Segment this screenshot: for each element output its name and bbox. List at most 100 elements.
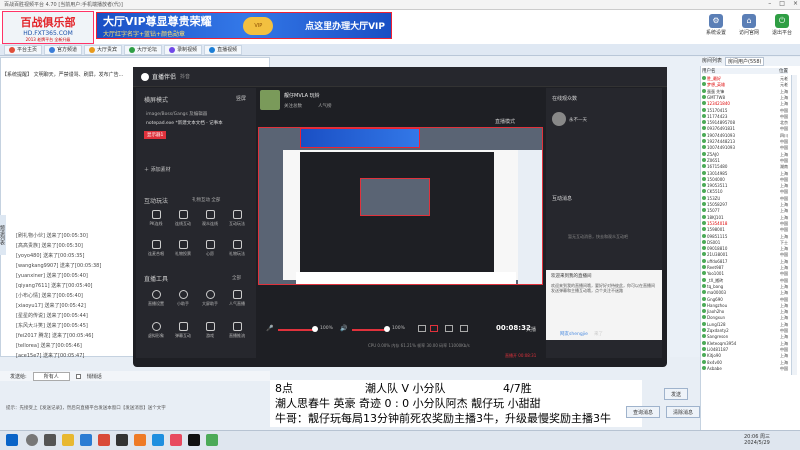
whisper-checkbox[interactable]: [75, 373, 81, 379]
menu-home[interactable]: 平台主页: [4, 44, 43, 55]
tab-room-users[interactable]: 房间用户(558): [725, 57, 765, 66]
end-live-button[interactable]: 关播: [526, 326, 536, 333]
menu-recorded[interactable]: 录制视频: [164, 44, 203, 55]
user-list-row[interactable]: 蛋蛋 先锋 上海: [702, 88, 788, 94]
speaker-volume-handle[interactable]: [384, 326, 390, 332]
user-list-row[interactable]: Sangreson 上海: [702, 334, 788, 339]
menu-official-channel[interactable]: 官方频道: [44, 44, 83, 55]
user-list-row[interactable]: ma00003 上海: [702, 290, 788, 295]
user-list-row[interactable]: Kitjo90 上海: [702, 353, 788, 358]
folder-icon[interactable]: [62, 434, 74, 446]
effects-icon[interactable]: [460, 325, 468, 332]
avatar-icon[interactable]: 虚拟形象: [148, 322, 164, 339]
menu-live[interactable]: 直播视频: [204, 44, 243, 55]
search-icon[interactable]: [26, 434, 38, 446]
exit-platform-button[interactable]: ⏻ 退出平台: [768, 14, 796, 36]
clear-messages-button[interactable]: 清除消息: [666, 406, 701, 418]
live-mode-toggle[interactable]: 直播模式: [495, 118, 515, 125]
user-list-row[interactable]: 19074491093 四川: [702, 132, 788, 138]
user-list-row[interactable]: GMT7W8 上海: [702, 94, 788, 100]
vote-icon[interactable]: 礼物投票: [175, 240, 191, 257]
brand-logo[interactable]: 百战俱乐部 HD.FXT365.COM 2013 老牌平台 全新升级: [2, 11, 94, 44]
query-messages-button[interactable]: 查询消息: [626, 406, 661, 418]
send-button[interactable]: 发送: [664, 388, 689, 400]
close-button[interactable]: ×: [793, 0, 798, 10]
companion-taskbar-icon[interactable]: [188, 434, 200, 446]
mic-volume-slider[interactable]: [278, 329, 314, 331]
app-icon[interactable]: [98, 434, 110, 446]
user-list-row[interactable]: 10074491093 中国: [702, 145, 788, 150]
screen-icon[interactable]: 大屏助手: [202, 290, 218, 307]
user-list-row[interactable]: 15170415 中国: [702, 107, 788, 113]
play-icon[interactable]: 互动玩法: [229, 210, 245, 227]
app-icon[interactable]: [170, 434, 182, 446]
visit-site-button[interactable]: ⌂ 访问官网: [735, 14, 763, 36]
scene-mode-label[interactable]: 横屏模式: [144, 95, 168, 104]
user-list-row[interactable]: Reet987 上海: [702, 265, 788, 270]
user-list-row[interactable]: 09851115 上海: [702, 233, 788, 239]
user-list-row[interactable]: Hangzhou 上海: [702, 302, 788, 308]
vip-banner-ad[interactable]: 大厅VIP尊显尊贵荣耀 大厅红字名字+蓝钻+颜色勋章 VIP 点这里办理大厅VI…: [96, 12, 392, 39]
record-icon[interactable]: [430, 325, 438, 332]
scene-switch[interactable]: 竖屏: [236, 95, 246, 102]
user-list-row[interactable]: 19274448213 中国: [702, 139, 788, 144]
tab-room-list[interactable]: 房间列表: [702, 57, 722, 66]
source-item[interactable]: image/Boss/Gangs 及编辑器: [146, 111, 250, 117]
media-icon[interactable]: [116, 434, 128, 446]
task-view-icon[interactable]: [44, 434, 56, 446]
speaker-icon[interactable]: 🔊: [340, 325, 347, 332]
user-list-scrollbar[interactable]: [791, 75, 797, 375]
mic-icon[interactable]: 🎤: [266, 325, 273, 332]
tools-all-link[interactable]: 全部: [232, 275, 241, 281]
user-list-row[interactable]: 19053511 上海: [702, 183, 788, 188]
game-icon[interactable]: 游戏: [202, 322, 218, 339]
stream-icon[interactable]: 直播推流: [229, 322, 245, 339]
channel-list-tab[interactable]: 频道列表: [0, 215, 6, 255]
assistant-icon[interactable]: 小助手: [175, 290, 191, 307]
danmaku-icon[interactable]: 弹幕互动: [175, 322, 191, 339]
user-list-row[interactable]: 18KJ101 上海: [702, 214, 788, 220]
start-icon[interactable]: [6, 434, 18, 446]
system-clock[interactable]: 20:06 周三 2024/5/29: [744, 433, 770, 446]
mic-volume-handle[interactable]: [312, 326, 318, 332]
user-list-row[interactable]: Lungl128 上海: [702, 321, 788, 327]
user-list-row[interactable]: 123421840 上海: [702, 101, 788, 106]
browser-icon[interactable]: [80, 434, 92, 446]
user-list-row[interactable]: 8x4v00 上海: [702, 359, 788, 365]
user-list-row[interactable]: Li0481187 中国: [702, 346, 788, 352]
minimize-button[interactable]: –: [768, 0, 771, 10]
user-list-row[interactable]: 15058297 上海: [702, 202, 788, 207]
maximize-button[interactable]: □: [779, 0, 785, 10]
user-list-row[interactable]: 15914895708 北京: [702, 120, 788, 125]
user-list-row[interactable]: 1598001 中国: [702, 227, 788, 232]
user-list-row[interactable]: Kleteoqm3954 上海: [702, 340, 788, 346]
viewer-avatar[interactable]: [552, 112, 566, 126]
app-icon[interactable]: [134, 434, 146, 446]
wish-icon[interactable]: 心愿: [202, 240, 218, 257]
user-list-row[interactable]: 16715480 湖南: [702, 164, 788, 169]
user-list-row[interactable]: 21U38001 中国: [702, 252, 788, 257]
user-list-row[interactable]: Dongxun 上海: [702, 315, 788, 320]
system-settings-button[interactable]: ⚙ 系统设置: [702, 14, 730, 36]
interact-all-link[interactable]: 礼物互动 全部: [192, 197, 220, 203]
user-list-row[interactable]: Gng690 中国: [702, 296, 788, 302]
user-list-row[interactable]: Jiaoh2ho 上海: [702, 309, 788, 314]
layout-icon[interactable]: [418, 325, 426, 332]
add-material-button[interactable]: ＋ 添加素材: [144, 166, 171, 173]
user-list-row[interactable]: 15077 上海: [702, 208, 788, 213]
user-list-row[interactable]: uffdo6817 上海: [702, 258, 788, 264]
user-list-row[interactable]: 1504000 中国: [702, 176, 788, 182]
gift-icon[interactable]: 礼物玩法: [229, 240, 245, 257]
user-list-row[interactable]: Z5AJ0 上海: [702, 151, 788, 157]
user-list-row[interactable]: DS001 下士: [702, 239, 788, 245]
user-list-row[interactable]: CK5510 中国: [702, 189, 788, 194]
streamer-avatar[interactable]: [260, 90, 280, 110]
speaker-volume-slider[interactable]: [352, 329, 386, 331]
user-list-row[interactable]: 15354018 中国: [702, 220, 788, 226]
user-list-row[interactable]: Asbabe 中国: [702, 365, 788, 371]
popular-icon[interactable]: 人气直播: [229, 290, 245, 307]
menu-forum[interactable]: 大厅论坛: [124, 44, 163, 55]
sing-icon[interactable]: 连麦合唱: [148, 240, 164, 257]
user-list-row[interactable]: Z0651 中国: [702, 157, 788, 163]
user-list-row[interactable]: Zqxdanty2 中国: [702, 328, 788, 333]
